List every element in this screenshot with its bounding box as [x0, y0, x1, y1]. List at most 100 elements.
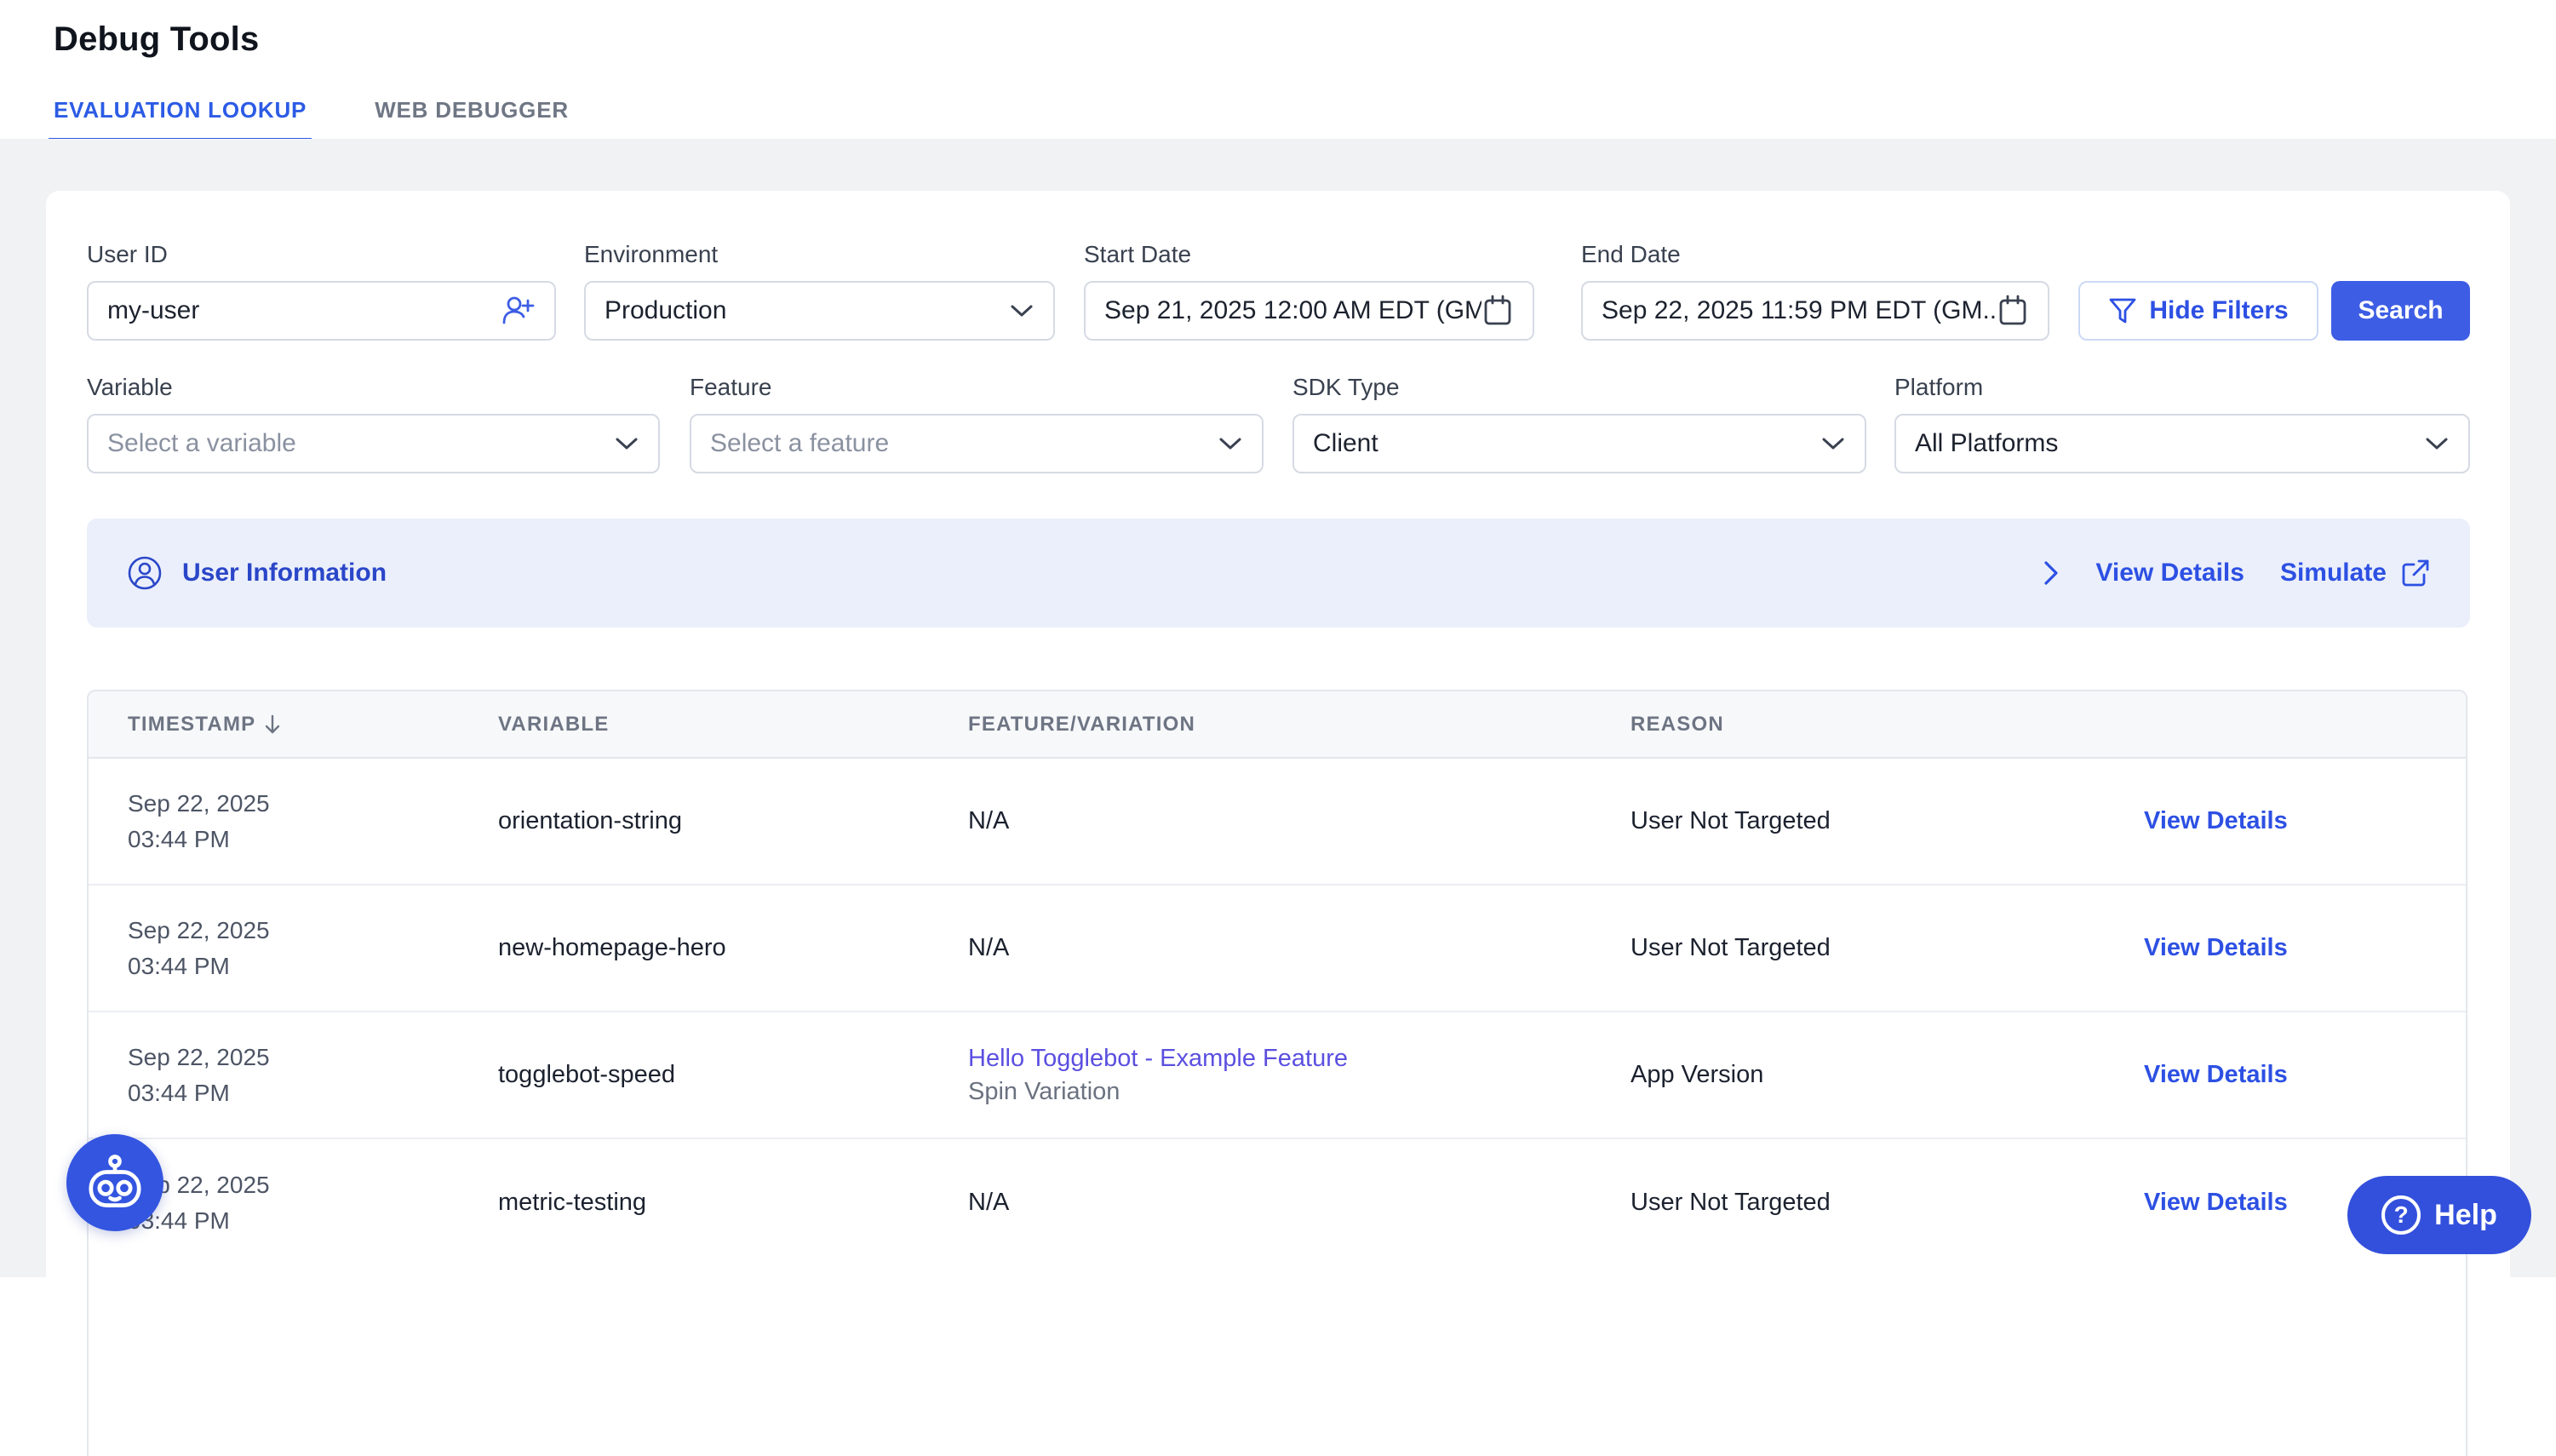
help-button[interactable]: ? Help [2347, 1176, 2531, 1254]
external-link-icon [2400, 558, 2431, 588]
chevron-down-icon [2424, 436, 2450, 451]
question-mark-icon: ? [2381, 1195, 2421, 1235]
user-information-toggle[interactable]: User Information [126, 554, 387, 592]
variable-cell: orientation-string [498, 807, 968, 835]
page-background: User ID my-user Environment Production [0, 139, 2556, 1277]
table-row: Sep 22, 2025 03:44 PM orientation-string… [89, 759, 2466, 886]
banner-actions: View Details Simulate [2043, 558, 2431, 588]
user-plus-icon[interactable] [500, 293, 536, 329]
table-row: Sep 22, 2025 03:44 PM metric-testing N/A… [89, 1139, 2466, 1266]
end-date-value: Sep 22, 2025 11:59 PM EDT (GM... [1602, 296, 1997, 325]
calendar-icon[interactable] [1481, 294, 1514, 328]
feature-label: Feature [690, 370, 1264, 404]
togglebot-fab-button[interactable] [66, 1134, 163, 1231]
banner-view-details-label: View Details [2095, 559, 2244, 588]
timestamp-column-label: TIMESTAMP [128, 713, 255, 737]
platform-label: Platform [1894, 370, 2470, 404]
user-circle-icon [126, 554, 163, 592]
platform-field-group: Platform All Platforms [1894, 370, 2470, 473]
user-id-field-group: User ID my-user [87, 238, 556, 341]
start-date-field-group: Start Date Sep 21, 2025 12:00 AM EDT (GM… [1084, 238, 1534, 341]
timestamp-time: 03:44 PM [128, 1203, 498, 1239]
environment-value: Production [605, 296, 726, 325]
feature-cell: N/A [968, 934, 1630, 962]
environment-field-group: Environment Production [584, 238, 1055, 341]
top-header: Debug Tools EVALUATION LOOKUP WEB DEBUGG… [0, 0, 2556, 139]
view-details-link[interactable]: View Details [2144, 807, 2288, 834]
sdk-type-select[interactable]: Client [1292, 414, 1866, 473]
hide-filters-button[interactable]: Hide Filters [2078, 281, 2318, 341]
robot-icon [83, 1152, 147, 1213]
filter-funnel-icon [2108, 297, 2137, 324]
variable-field-group: Variable Select a variable [87, 370, 660, 473]
timestamp-date: Sep 22, 2025 [128, 1040, 498, 1075]
variable-select[interactable]: Select a variable [87, 414, 660, 473]
view-details-link[interactable]: View Details [2144, 934, 2288, 961]
sdk-type-value: Client [1313, 429, 1378, 458]
feature-cell: N/A [968, 807, 1630, 835]
search-button-label: Search [2358, 296, 2443, 325]
column-header-feature-variation[interactable]: FEATURE/VARIATION [968, 713, 1630, 737]
tab-bar: EVALUATION LOOKUP WEB DEBUGGER [49, 90, 574, 143]
timestamp-date: Sep 22, 2025 [128, 913, 498, 949]
table-row: Sep 22, 2025 03:44 PM togglebot-speed He… [89, 1012, 2466, 1139]
timestamp-time: 03:44 PM [128, 949, 498, 984]
feature-select[interactable]: Select a feature [690, 414, 1264, 473]
simulate-label: Simulate [2280, 559, 2387, 588]
tab-evaluation-lookup[interactable]: EVALUATION LOOKUP [49, 90, 312, 143]
timestamp-time: 03:44 PM [128, 1075, 498, 1111]
column-header-reason[interactable]: REASON [1630, 713, 2144, 737]
reason-cell: User Not Targeted [1630, 1189, 2144, 1217]
page-title: Debug Tools [54, 20, 259, 59]
variation-label: Spin Variation [968, 1078, 1630, 1106]
sdk-type-field-group: SDK Type Client [1292, 370, 1866, 473]
environment-select[interactable]: Production [584, 281, 1055, 341]
timestamp-cell: Sep 22, 2025 03:44 PM [128, 786, 498, 857]
chevron-right-icon[interactable] [2043, 559, 2060, 587]
hide-filters-label: Hide Filters [2149, 296, 2288, 325]
search-button[interactable]: Search [2331, 281, 2470, 341]
feature-field-group: Feature Select a feature [690, 370, 1264, 473]
view-details-link[interactable]: View Details [2144, 1189, 2288, 1216]
table-body: Sep 22, 2025 03:44 PM orientation-string… [89, 759, 2466, 1266]
timestamp-date: Sep 22, 2025 [128, 786, 498, 822]
timestamp-cell: Sep 22, 2025 03:44 PM [128, 1040, 498, 1111]
end-date-field-group: End Date Sep 22, 2025 11:59 PM EDT (GM..… [1581, 238, 2049, 341]
column-header-timestamp[interactable]: TIMESTAMP [128, 713, 498, 737]
platform-select[interactable]: All Platforms [1894, 414, 2470, 473]
reason-cell: App Version [1630, 1061, 2144, 1089]
user-id-input[interactable]: my-user [87, 281, 556, 341]
end-date-input[interactable]: Sep 22, 2025 11:59 PM EDT (GM... [1581, 281, 2049, 341]
variable-cell: togglebot-speed [498, 1061, 968, 1089]
table-header-row: TIMESTAMP VARIABLE FEATURE/VARIATION REA… [89, 691, 2466, 759]
chevron-down-icon [614, 436, 639, 451]
feature-cell: N/A [968, 1189, 1630, 1217]
reason-cell: User Not Targeted [1630, 934, 2144, 962]
variable-cell: metric-testing [498, 1189, 968, 1217]
feature-placeholder: Select a feature [710, 429, 889, 458]
evaluations-table: TIMESTAMP VARIABLE FEATURE/VARIATION REA… [87, 690, 2467, 1456]
chevron-down-icon [1009, 303, 1034, 318]
feature-link[interactable]: Hello Togglebot - Example Feature [968, 1045, 1348, 1072]
chevron-down-icon [1820, 436, 1846, 451]
user-information-title: User Information [182, 559, 387, 588]
reason-cell: User Not Targeted [1630, 807, 2144, 835]
table-row-partial [89, 1266, 2466, 1393]
column-header-variable[interactable]: VARIABLE [498, 713, 968, 737]
help-button-label: Help [2434, 1199, 2497, 1232]
start-date-input[interactable]: Sep 21, 2025 12:00 AM EDT (GM... [1084, 281, 1534, 341]
sdk-type-label: SDK Type [1292, 370, 1866, 404]
start-date-value: Sep 21, 2025 12:00 AM EDT (GM... [1104, 296, 1481, 325]
timestamp-cell: Sep 22, 2025 03:44 PM [128, 1167, 498, 1239]
table-row: Sep 22, 2025 03:44 PM new-homepage-hero … [89, 886, 2466, 1012]
chevron-down-icon [1218, 436, 1243, 451]
view-details-link[interactable]: View Details [2144, 1061, 2288, 1088]
calendar-icon[interactable] [1997, 294, 2029, 328]
end-date-label: End Date [1581, 238, 2049, 272]
banner-view-details-link[interactable]: View Details [2095, 559, 2244, 588]
timestamp-cell: Sep 22, 2025 03:44 PM [128, 913, 498, 984]
platform-value: All Platforms [1915, 429, 2058, 458]
tab-web-debugger[interactable]: WEB DEBUGGER [370, 90, 574, 143]
variable-cell: new-homepage-hero [498, 934, 968, 962]
simulate-link[interactable]: Simulate [2280, 558, 2431, 588]
